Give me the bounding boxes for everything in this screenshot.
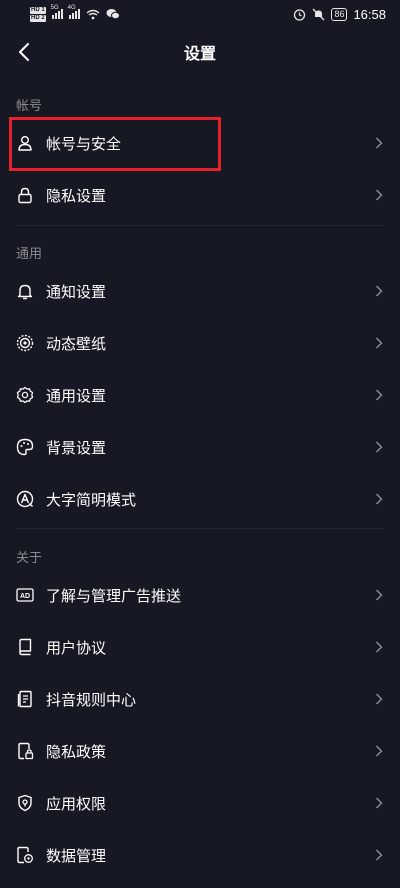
chevron-right-icon bbox=[374, 188, 384, 202]
ad-icon: AD bbox=[16, 586, 34, 604]
chevron-right-icon bbox=[374, 136, 384, 150]
chevron-right-icon bbox=[374, 284, 384, 298]
hd-indicators: HD 1 HD 2 bbox=[30, 6, 46, 22]
hd2-badge: HD 2 bbox=[30, 14, 46, 22]
section-label-general: 通用 bbox=[16, 247, 43, 262]
row-label: 抖音规则中心 bbox=[46, 690, 137, 709]
chevron-right-icon bbox=[374, 640, 384, 654]
chevron-right-icon bbox=[374, 744, 384, 758]
row-label: 通用设置 bbox=[46, 386, 107, 405]
section-divider bbox=[16, 528, 384, 529]
page-title: 设置 bbox=[183, 44, 216, 63]
wechat-icon bbox=[106, 8, 120, 20]
row-background-settings[interactable]: 背景设置 bbox=[0, 421, 400, 473]
svg-text:AD: AD bbox=[20, 593, 30, 600]
status-time: 16:58 bbox=[353, 6, 386, 22]
row-privacy-settings[interactable]: 隐私设置 bbox=[0, 169, 400, 221]
row-ad-management[interactable]: AD 了解与管理广告推送 bbox=[0, 569, 400, 621]
lock-icon bbox=[16, 186, 34, 204]
signal-5g-icon: 5G bbox=[51, 5, 63, 19]
signal-4g-icon: 4G bbox=[68, 5, 80, 19]
alarm-icon bbox=[293, 8, 306, 21]
row-notification-settings[interactable]: 通知设置 bbox=[0, 265, 400, 317]
row-user-agreement[interactable]: 用户协议 bbox=[0, 621, 400, 673]
row-label: 隐私政策 bbox=[46, 742, 107, 761]
signal-5g-label: 5G bbox=[50, 5, 59, 11]
signal-4g-label: 4G bbox=[67, 5, 76, 11]
row-label: 隐私设置 bbox=[46, 186, 107, 205]
data-icon bbox=[16, 846, 34, 864]
shield-icon bbox=[16, 794, 34, 812]
row-label: 背景设置 bbox=[46, 438, 107, 457]
section-label-about: 关于 bbox=[16, 551, 43, 566]
chevron-right-icon bbox=[374, 588, 384, 602]
row-privacy-policy[interactable]: 隐私政策 bbox=[0, 725, 400, 777]
wallpaper-icon bbox=[16, 334, 34, 352]
hd1-badge: HD 1 bbox=[30, 6, 46, 14]
status-right: 86 16:58 bbox=[293, 7, 386, 22]
chevron-right-icon bbox=[374, 692, 384, 706]
status-bar: HD 1 HD 2 5G 4G 86 16:58 bbox=[0, 0, 400, 28]
row-label: 通知设置 bbox=[46, 282, 107, 301]
chevron-right-icon bbox=[374, 492, 384, 506]
bell-icon bbox=[16, 282, 34, 300]
book-icon bbox=[16, 638, 34, 656]
chevron-right-icon bbox=[374, 388, 384, 402]
row-live-wallpaper[interactable]: 动态壁纸 bbox=[0, 317, 400, 369]
row-app-permissions[interactable]: 应用权限 bbox=[0, 777, 400, 829]
row-large-text-mode[interactable]: 大字简明模式 bbox=[0, 473, 400, 525]
highlight-box bbox=[9, 117, 221, 171]
row-label: 了解与管理广告推送 bbox=[46, 586, 182, 605]
chevron-right-icon bbox=[374, 796, 384, 810]
section-divider bbox=[16, 225, 384, 226]
row-label: 数据管理 bbox=[46, 846, 107, 865]
rules-icon bbox=[16, 690, 34, 708]
row-label: 应用权限 bbox=[46, 794, 107, 813]
large-text-icon bbox=[16, 490, 34, 508]
row-data-management[interactable]: 数据管理 bbox=[0, 829, 400, 881]
header: 设置 bbox=[0, 28, 400, 76]
battery-icon: 86 bbox=[331, 7, 348, 21]
privacy-doc-icon bbox=[16, 742, 34, 760]
gear-icon bbox=[16, 386, 34, 404]
status-left: HD 1 HD 2 5G 4G bbox=[30, 5, 120, 22]
palette-icon bbox=[16, 438, 34, 456]
chevron-right-icon bbox=[374, 848, 384, 862]
row-general-settings[interactable]: 通用设置 bbox=[0, 369, 400, 421]
row-label: 动态壁纸 bbox=[46, 334, 107, 353]
mute-icon bbox=[312, 8, 325, 21]
back-button[interactable] bbox=[10, 38, 38, 66]
chevron-left-icon bbox=[19, 43, 29, 61]
row-rules-center[interactable]: 抖音规则中心 bbox=[0, 673, 400, 725]
chevron-right-icon bbox=[374, 336, 384, 350]
row-label: 大字简明模式 bbox=[46, 490, 137, 509]
row-label: 用户协议 bbox=[46, 638, 107, 657]
chevron-right-icon bbox=[374, 440, 384, 454]
section-label-account: 帐号 bbox=[16, 99, 43, 114]
wifi-icon bbox=[86, 9, 100, 20]
